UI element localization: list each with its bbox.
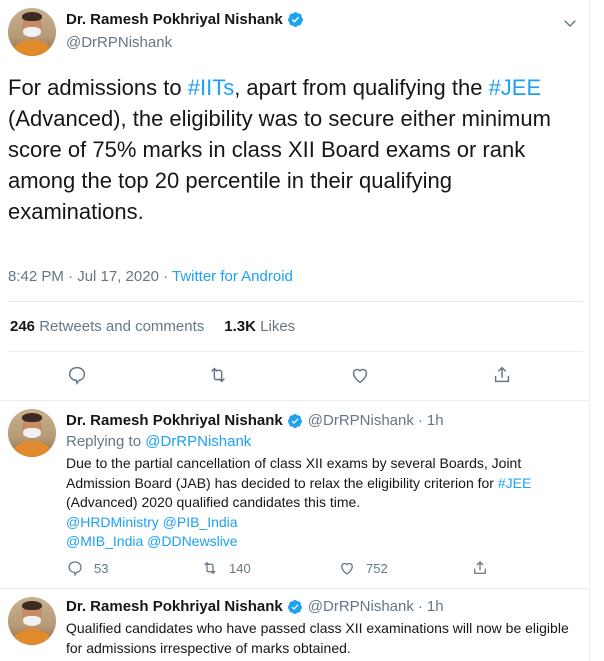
replying-to: Replying to @DrRPNishank (66, 433, 252, 450)
author-name[interactable]: Dr. Ramesh Pokhriyal Nishank (66, 412, 283, 429)
tweet-source[interactable]: Twitter for Android (172, 268, 293, 285)
reply-header: Dr. Ramesh Pokhriyal Nishank @DrRPNishan… (66, 412, 444, 429)
avatar[interactable] (8, 8, 56, 56)
mention-link[interactable]: @DrRPNishank (145, 433, 251, 450)
divider (8, 351, 583, 352)
tweet-meta: 8:42 PM · Jul 17, 2020 · Twitter for And… (8, 268, 293, 285)
author-name[interactable]: Dr. Ramesh Pokhriyal Nishank (66, 598, 283, 615)
author-handle[interactable]: @DrRPNishank (308, 412, 414, 429)
tweet-thread: Dr. Ramesh Pokhriyal Nishank @DrRPNishan… (0, 0, 590, 661)
author-handle[interactable]: @DrRPNishank (66, 34, 172, 51)
mention-link[interactable]: @MIB_India (66, 533, 143, 549)
tweet-text: Qualified candidates who have passed cla… (66, 620, 569, 656)
hashtag-link[interactable]: #JEE (489, 75, 542, 100)
comment-icon[interactable] (66, 364, 88, 386)
like-icon (341, 562, 353, 575)
mention-link[interactable]: @HRDMinistry (66, 514, 159, 530)
mention-link[interactable]: @PIB_India (163, 514, 238, 530)
hashtag-link[interactable]: #IITs (188, 75, 234, 100)
mention-link[interactable]: @DDNewslive (147, 533, 237, 549)
comment-button[interactable]: 53 (66, 559, 108, 577)
divider (8, 301, 583, 302)
avatar[interactable] (8, 409, 56, 457)
retweet-icon (204, 561, 216, 575)
like-icon[interactable] (349, 364, 371, 386)
retweet-button[interactable]: 140 (201, 559, 251, 577)
verified-badge-icon (287, 413, 302, 428)
tweet-timestamp[interactable]: 1h (427, 412, 444, 429)
hashtag-link[interactable]: #JEE (498, 475, 531, 491)
likes-stat[interactable]: 1.3K Likes (224, 318, 295, 335)
share-icon[interactable] (491, 364, 513, 386)
tweet-text: Due to the partial cancellation of class… (66, 455, 532, 549)
retweet-count: 140 (229, 560, 251, 576)
retweet-icon[interactable] (207, 364, 229, 386)
retweets-stat[interactable]: 246 Retweets and comments (10, 318, 204, 335)
tweet-timestamp[interactable]: 1h (427, 598, 444, 615)
author-handle[interactable]: @DrRPNishank (308, 598, 414, 615)
reply-actions: 53 140 752 (66, 559, 496, 579)
verified-badge-icon (287, 12, 303, 27)
like-button[interactable]: 752 (338, 559, 388, 577)
tweet-timestamp[interactable]: 8:42 PM · Jul 17, 2020 · (8, 268, 172, 285)
chevron-down-icon[interactable] (561, 14, 579, 32)
author-row: Dr. Ramesh Pokhriyal Nishank (66, 11, 304, 28)
verified-badge-icon (287, 599, 302, 614)
author-name[interactable]: Dr. Ramesh Pokhriyal Nishank (66, 11, 283, 28)
tweet-stats: 246 Retweets and comments 1.3K Likes (10, 318, 295, 335)
like-count: 752 (366, 560, 388, 576)
divider (0, 588, 589, 589)
reply-header: Dr. Ramesh Pokhriyal Nishank @DrRPNishan… (66, 598, 444, 615)
avatar[interactable] (8, 597, 56, 645)
share-button[interactable] (471, 559, 499, 577)
comment-count: 53 (94, 560, 109, 576)
comment-icon (68, 561, 82, 577)
divider (0, 400, 589, 401)
tweet-text: For admissions to #IITs, apart from qual… (8, 75, 551, 224)
share-icon (474, 561, 486, 574)
